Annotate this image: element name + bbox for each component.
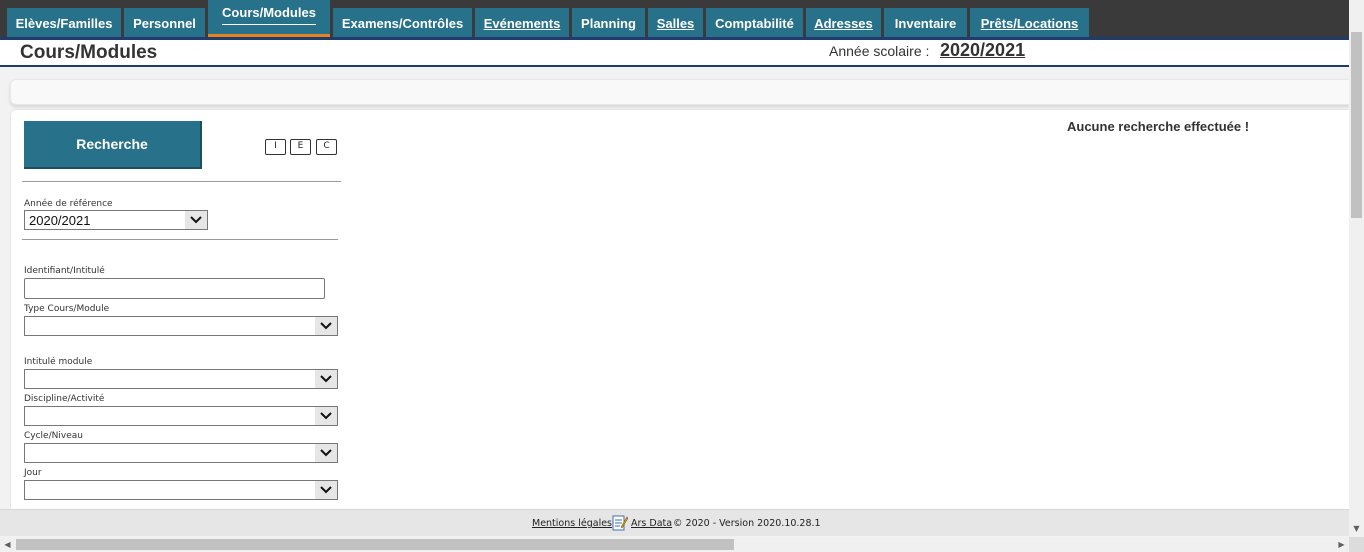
horizontal-scroll-thumb[interactable] — [16, 539, 734, 550]
reference-year-select[interactable]: 2020/2021 — [24, 210, 208, 230]
tab-planning[interactable]: Planning — [572, 8, 645, 37]
module-title-label: Intitulé module — [24, 357, 93, 367]
ars-data-link[interactable]: Ars Data — [631, 518, 672, 529]
identifier-label: Identifiant/Intitulé — [24, 266, 105, 276]
chevron-down-icon — [315, 444, 337, 462]
main-nav: Elèves/Familles Personnel Cours/Modules … — [0, 0, 1349, 40]
tab-cours-modules[interactable]: Cours/Modules — [208, 0, 330, 37]
school-year-label: Année scolaire : — [829, 43, 930, 59]
tab-examens-controles[interactable]: Examens/Contrôles — [333, 8, 472, 37]
course-type-label: Type Cours/Module — [24, 304, 110, 314]
footer: Mentions légales Ars Data © 2020 - Versi… — [0, 509, 1349, 536]
scroll-right-arrow-icon[interactable]: ▶ — [1334, 537, 1349, 552]
tab-personnel[interactable]: Personnel — [124, 8, 205, 37]
tab-inventaire[interactable]: Inventaire — [884, 8, 967, 37]
mini-button-i[interactable]: I — [265, 139, 286, 155]
tab-eleves-familles[interactable]: Elèves/Familles — [7, 8, 121, 37]
discipline-select[interactable] — [24, 406, 338, 426]
scrollbar-corner — [1349, 537, 1364, 552]
cycle-label: Cycle/Niveau — [24, 431, 83, 441]
chevron-down-icon — [315, 481, 337, 499]
chevron-down-icon — [315, 370, 337, 388]
school-year-link[interactable]: 2020/2021 — [940, 40, 1025, 61]
course-type-select[interactable] — [24, 316, 338, 336]
no-search-message: Aucune recherche effectuée ! — [1067, 119, 1250, 134]
chevron-down-icon — [315, 317, 337, 335]
copyright-text: © 2020 - Version 2020.10.28.1 — [673, 518, 821, 529]
mini-button-e[interactable]: E — [290, 139, 311, 155]
reference-year-label: Année de référence — [24, 199, 113, 209]
module-title-select[interactable] — [24, 369, 338, 389]
identifier-input[interactable] — [24, 278, 325, 299]
chevron-down-icon — [315, 407, 337, 425]
chevron-down-icon — [185, 211, 207, 229]
page-header: Cours/Modules Année scolaire : 2020/2021 — [0, 40, 1349, 67]
vertical-scroll-thumb[interactable] — [1351, 32, 1362, 218]
scroll-left-arrow-icon[interactable]: ◀ — [0, 537, 15, 552]
page-title: Cours/Modules — [20, 42, 158, 63]
discipline-label: Discipline/Activité — [24, 394, 105, 404]
tab-adresses[interactable]: Adresses — [806, 8, 881, 37]
search-button[interactable]: Recherche — [24, 121, 202, 169]
mini-button-c[interactable]: C — [316, 139, 337, 155]
day-select[interactable] — [24, 480, 338, 500]
tab-prets-locations[interactable]: Prêts/Locations — [970, 8, 1089, 37]
scroll-down-arrow-icon[interactable]: ▼ — [1349, 521, 1364, 536]
reference-year-value: 2020/2021 — [29, 213, 91, 228]
legal-link[interactable]: Mentions légales — [532, 518, 612, 529]
tab-evenements[interactable]: Evénements — [475, 8, 569, 37]
divider — [22, 239, 338, 240]
tab-comptabilite[interactable]: Comptabilité — [706, 8, 803, 37]
tab-salles[interactable]: Salles — [648, 8, 703, 37]
divider — [22, 181, 341, 182]
toolbar-panel — [10, 79, 1354, 105]
edit-icon — [612, 514, 629, 534]
cycle-select[interactable] — [24, 443, 338, 463]
day-label: Jour — [24, 468, 42, 478]
